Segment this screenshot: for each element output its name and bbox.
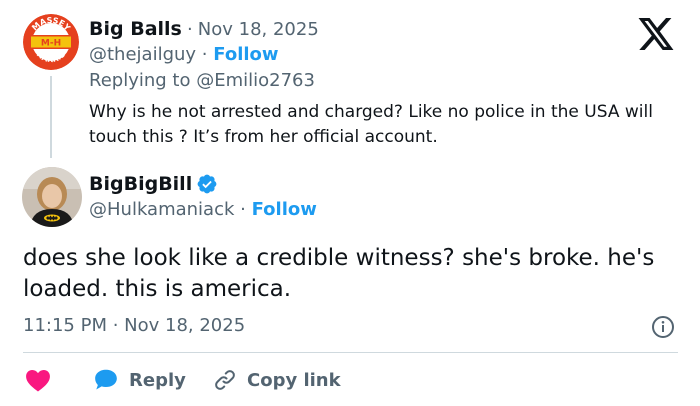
copy-link-label: Copy link xyxy=(247,369,341,391)
parent-tweet-text: Why is he not arrested and charged? Like… xyxy=(89,102,653,147)
parent-handle-dot: · xyxy=(201,44,208,65)
reply-label: Reply xyxy=(129,369,186,391)
main-handle-row: @Hulkamaniack · Follow xyxy=(89,198,317,222)
logo-center-text: M-H xyxy=(41,39,61,49)
actions-divider xyxy=(23,352,678,353)
verified-badge-icon xyxy=(197,174,217,194)
main-handle-dot: · xyxy=(240,199,246,220)
link-icon xyxy=(215,370,235,390)
avatar-photo-icon xyxy=(22,167,82,227)
parent-avatar[interactable]: MASSEY M-H HARRIS xyxy=(23,14,79,70)
main-handle[interactable]: @Hulkamaniack xyxy=(89,199,234,220)
replying-to-line: Replying to @Emilio2763 xyxy=(89,70,315,92)
tweet-actions: Reply Copy link xyxy=(23,366,678,394)
thread-connector-line xyxy=(50,76,52,158)
parent-handle-row: @thejailguy · Follow xyxy=(89,44,279,66)
like-button[interactable] xyxy=(25,366,51,394)
main-timestamp[interactable]: 11:15 PM · Nov 18, 2025 xyxy=(23,315,245,337)
main-tweet-text: does she look like a credible witness? s… xyxy=(23,245,655,302)
x-logo-icon[interactable] xyxy=(638,18,674,50)
reply-bubble-icon xyxy=(95,369,117,390)
parent-author-name[interactable]: Big Balls xyxy=(89,18,182,40)
parent-name-separator: · xyxy=(186,19,193,40)
parent-follow-button[interactable]: Follow xyxy=(213,44,278,65)
copy-link-button[interactable]: Copy link xyxy=(213,366,341,394)
info-icon[interactable] xyxy=(651,315,675,339)
main-avatar[interactable] xyxy=(22,167,82,227)
parent-date[interactable]: Nov 18, 2025 xyxy=(198,19,319,40)
massey-harris-logo-icon: MASSEY M-H HARRIS xyxy=(23,14,79,70)
replying-prefix: Replying to xyxy=(89,70,191,91)
heart-icon xyxy=(26,370,50,392)
reply-button[interactable]: Reply xyxy=(93,366,186,394)
parent-header: Big Balls · Nov 18, 2025 xyxy=(89,18,319,41)
replying-to-handle[interactable]: @Emilio2763 xyxy=(196,70,315,91)
parent-handle[interactable]: @thejailguy xyxy=(89,44,196,65)
main-author-name[interactable]: BigBigBill xyxy=(89,172,192,196)
main-follow-button[interactable]: Follow xyxy=(252,199,317,220)
embedded-tweet-card: MASSEY M-H HARRIS Big Balls · Nov 18, 20… xyxy=(0,0,700,406)
main-header: BigBigBill xyxy=(89,172,218,196)
